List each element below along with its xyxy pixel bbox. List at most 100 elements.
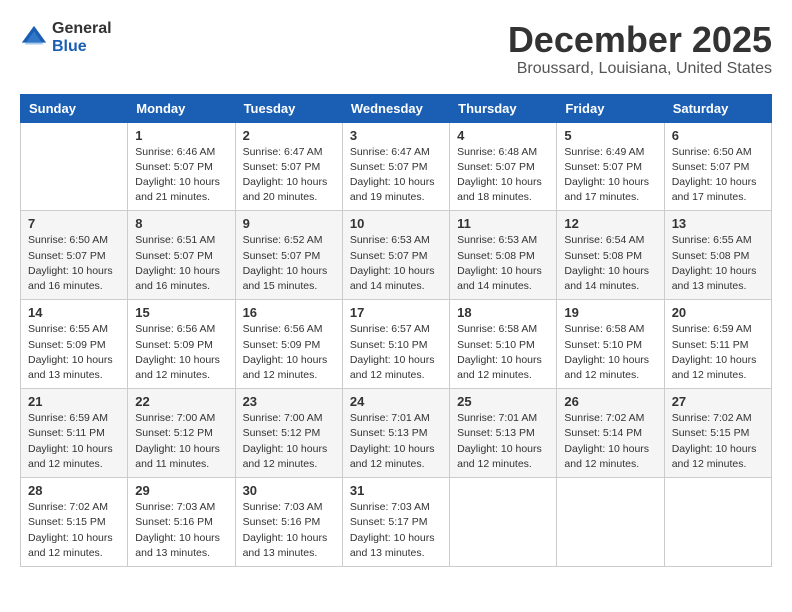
- day-info: Sunrise: 7:03 AM Sunset: 5:16 PM Dayligh…: [135, 500, 227, 561]
- day-info: Sunrise: 6:57 AM Sunset: 5:10 PM Dayligh…: [350, 322, 442, 383]
- day-info: Sunrise: 6:55 AM Sunset: 5:09 PM Dayligh…: [28, 322, 120, 383]
- day-info: Sunrise: 6:59 AM Sunset: 5:11 PM Dayligh…: [28, 411, 120, 472]
- day-info: Sunrise: 7:00 AM Sunset: 5:12 PM Dayligh…: [243, 411, 335, 472]
- day-number: 12: [564, 216, 656, 231]
- day-info: Sunrise: 6:50 AM Sunset: 5:07 PM Dayligh…: [28, 233, 120, 294]
- calendar-header-monday: Monday: [128, 94, 235, 122]
- day-info: Sunrise: 6:52 AM Sunset: 5:07 PM Dayligh…: [243, 233, 335, 294]
- calendar-cell: 18Sunrise: 6:58 AM Sunset: 5:10 PM Dayli…: [450, 300, 557, 389]
- calendar-cell: [557, 478, 664, 567]
- calendar-cell: 14 Sunrise: 6:55 AM Sunset: 5:09 PM Dayli…: [21, 300, 128, 389]
- calendar-cell: 9 Sunrise: 6:52 AM Sunset: 5:07 PM Daylig…: [235, 211, 342, 300]
- day-number: 13: [672, 216, 764, 231]
- day-number: 28: [28, 483, 120, 498]
- calendar-cell: [664, 478, 771, 567]
- day-number: 16: [243, 305, 335, 320]
- calendar-cell: 26 Sunrise: 7:02 AM Sunset: 5:14 PM Dayli…: [557, 389, 664, 478]
- day-info: Sunrise: 6:53 AM Sunset: 5:07 PM Dayligh…: [350, 233, 442, 294]
- calendar-cell: 24Sunrise: 7:01 AM Sunset: 5:13 PM Dayli…: [342, 389, 449, 478]
- day-info: Sunrise: 6:53 AM Sunset: 5:08 PM Dayligh…: [457, 233, 549, 294]
- day-number: 27: [672, 394, 764, 409]
- calendar-week-row: 14 Sunrise: 6:55 AM Sunset: 5:09 PM Dayli…: [21, 300, 772, 389]
- day-info: Sunrise: 6:46 AM Sunset: 5:07 PM Dayligh…: [135, 145, 227, 206]
- calendar-header-row: SundayMondayTuesdayWednesdayThursdayFrid…: [21, 94, 772, 122]
- day-info: Sunrise: 6:50 AM Sunset: 5:07 PM Dayligh…: [672, 145, 764, 206]
- logo-icon: [20, 24, 48, 52]
- day-info: Sunrise: 7:00 AM Sunset: 5:12 PM Dayligh…: [135, 411, 227, 472]
- day-number: 31: [350, 483, 442, 498]
- calendar-header-saturday: Saturday: [664, 94, 771, 122]
- logo: General Blue: [20, 20, 112, 55]
- day-number: 5: [564, 128, 656, 143]
- page-header: General Blue December 2025 Broussard, Lo…: [20, 20, 772, 78]
- calendar-header-friday: Friday: [557, 94, 664, 122]
- day-number: 3: [350, 128, 442, 143]
- day-info: Sunrise: 6:51 AM Sunset: 5:07 PM Dayligh…: [135, 233, 227, 294]
- calendar-cell: 20 Sunrise: 6:59 AM Sunset: 5:11 PM Dayli…: [664, 300, 771, 389]
- calendar-cell: 4Sunrise: 6:48 AM Sunset: 5:07 PM Daylig…: [450, 122, 557, 211]
- calendar-cell: 1 Sunrise: 6:46 AM Sunset: 5:07 PM Daylig…: [128, 122, 235, 211]
- day-info: Sunrise: 7:01 AM Sunset: 5:13 PM Dayligh…: [350, 411, 442, 472]
- day-info: Sunrise: 7:02 AM Sunset: 5:15 PM Dayligh…: [28, 500, 120, 561]
- calendar-cell: 19Sunrise: 6:58 AM Sunset: 5:10 PM Dayli…: [557, 300, 664, 389]
- title-block: December 2025 Broussard, Louisiana, Unit…: [508, 20, 772, 78]
- day-number: 9: [243, 216, 335, 231]
- calendar-cell: [21, 122, 128, 211]
- calendar-header-thursday: Thursday: [450, 94, 557, 122]
- day-number: 14: [28, 305, 120, 320]
- calendar-header-sunday: Sunday: [21, 94, 128, 122]
- day-number: 26: [564, 394, 656, 409]
- day-number: 7: [28, 216, 120, 231]
- day-number: 17: [350, 305, 442, 320]
- day-number: 4: [457, 128, 549, 143]
- calendar-week-row: 21Sunrise: 6:59 AM Sunset: 5:11 PM Dayli…: [21, 389, 772, 478]
- day-number: 11: [457, 216, 549, 231]
- calendar-week-row: 28 Sunrise: 7:02 AM Sunset: 5:15 PM Dayli…: [21, 478, 772, 567]
- calendar-cell: 23Sunrise: 7:00 AM Sunset: 5:12 PM Dayli…: [235, 389, 342, 478]
- day-info: Sunrise: 7:01 AM Sunset: 5:13 PM Dayligh…: [457, 411, 549, 472]
- day-info: Sunrise: 6:55 AM Sunset: 5:08 PM Dayligh…: [672, 233, 764, 294]
- day-number: 10: [350, 216, 442, 231]
- day-number: 29: [135, 483, 227, 498]
- day-info: Sunrise: 6:56 AM Sunset: 5:09 PM Dayligh…: [135, 322, 227, 383]
- calendar-cell: 25 Sunrise: 7:01 AM Sunset: 5:13 PM Dayli…: [450, 389, 557, 478]
- day-number: 6: [672, 128, 764, 143]
- day-info: Sunrise: 6:54 AM Sunset: 5:08 PM Dayligh…: [564, 233, 656, 294]
- day-number: 25: [457, 394, 549, 409]
- calendar-cell: [450, 478, 557, 567]
- month-title: December 2025: [508, 20, 772, 60]
- calendar-cell: 8Sunrise: 6:51 AM Sunset: 5:07 PM Daylig…: [128, 211, 235, 300]
- day-info: Sunrise: 7:02 AM Sunset: 5:14 PM Dayligh…: [564, 411, 656, 472]
- calendar-cell: 5 Sunrise: 6:49 AM Sunset: 5:07 PM Daylig…: [557, 122, 664, 211]
- day-info: Sunrise: 7:02 AM Sunset: 5:15 PM Dayligh…: [672, 411, 764, 472]
- logo-general-text: General: [52, 20, 112, 38]
- day-number: 22: [135, 394, 227, 409]
- calendar-header-tuesday: Tuesday: [235, 94, 342, 122]
- calendar-cell: 28 Sunrise: 7:02 AM Sunset: 5:15 PM Dayli…: [21, 478, 128, 567]
- calendar-cell: 16 Sunrise: 6:56 AM Sunset: 5:09 PM Dayli…: [235, 300, 342, 389]
- day-number: 2: [243, 128, 335, 143]
- day-info: Sunrise: 7:03 AM Sunset: 5:17 PM Dayligh…: [350, 500, 442, 561]
- calendar-cell: 29 Sunrise: 7:03 AM Sunset: 5:16 PM Dayli…: [128, 478, 235, 567]
- logo-blue-text: Blue: [52, 38, 112, 56]
- day-info: Sunrise: 7:03 AM Sunset: 5:16 PM Dayligh…: [243, 500, 335, 561]
- day-number: 1: [135, 128, 227, 143]
- calendar-week-row: 1 Sunrise: 6:46 AM Sunset: 5:07 PM Daylig…: [21, 122, 772, 211]
- day-number: 20: [672, 305, 764, 320]
- calendar-cell: 22 Sunrise: 7:00 AM Sunset: 5:12 PM Dayli…: [128, 389, 235, 478]
- day-number: 30: [243, 483, 335, 498]
- day-number: 19: [564, 305, 656, 320]
- day-info: Sunrise: 6:56 AM Sunset: 5:09 PM Dayligh…: [243, 322, 335, 383]
- day-number: 18: [457, 305, 549, 320]
- calendar-header-wednesday: Wednesday: [342, 94, 449, 122]
- calendar-cell: 13 Sunrise: 6:55 AM Sunset: 5:08 PM Dayli…: [664, 211, 771, 300]
- calendar-cell: 21Sunrise: 6:59 AM Sunset: 5:11 PM Dayli…: [21, 389, 128, 478]
- calendar-cell: 2Sunrise: 6:47 AM Sunset: 5:07 PM Daylig…: [235, 122, 342, 211]
- calendar-cell: 11 Sunrise: 6:53 AM Sunset: 5:08 PM Dayli…: [450, 211, 557, 300]
- calendar-cell: 15Sunrise: 6:56 AM Sunset: 5:09 PM Dayli…: [128, 300, 235, 389]
- day-info: Sunrise: 6:49 AM Sunset: 5:07 PM Dayligh…: [564, 145, 656, 206]
- day-info: Sunrise: 6:59 AM Sunset: 5:11 PM Dayligh…: [672, 322, 764, 383]
- calendar-cell: 27 Sunrise: 7:02 AM Sunset: 5:15 PM Dayli…: [664, 389, 771, 478]
- calendar-week-row: 7 Sunrise: 6:50 AM Sunset: 5:07 PM Daylig…: [21, 211, 772, 300]
- calendar-cell: 17 Sunrise: 6:57 AM Sunset: 5:10 PM Dayli…: [342, 300, 449, 389]
